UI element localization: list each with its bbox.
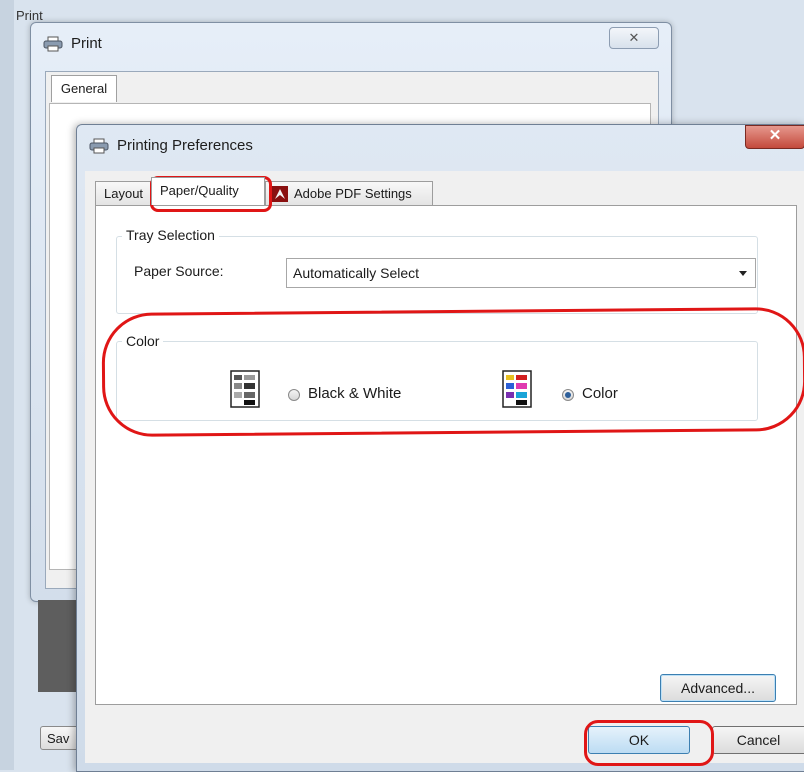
background-left-strip	[0, 0, 14, 770]
paper-source-label: Paper Source:	[134, 263, 224, 279]
tab-paper-quality[interactable]: Paper/Quality	[151, 177, 265, 205]
chevron-down-icon	[739, 271, 747, 276]
advanced-button[interactable]: Advanced...	[660, 674, 776, 702]
tray-selection-label: Tray Selection	[122, 227, 219, 243]
paper-source-select[interactable]: Automatically Select	[286, 258, 756, 288]
tab-general[interactable]: General	[51, 75, 117, 102]
cancel-button[interactable]: Cancel	[712, 726, 804, 754]
paper-source-value: Automatically Select	[293, 265, 420, 281]
adobe-pdf-icon	[272, 186, 288, 202]
tab-adobe-pdf-settings-label: Adobe PDF Settings	[294, 186, 412, 201]
print-window-title: Print	[71, 35, 102, 52]
close-button[interactable]: ✕	[745, 125, 804, 149]
printer-icon	[89, 138, 109, 157]
tab-layout[interactable]: Layout	[95, 181, 151, 205]
annotation-color-section	[101, 306, 804, 438]
tab-adobe-pdf-settings[interactable]: Adobe PDF Settings	[265, 181, 433, 205]
printer-icon	[43, 36, 63, 55]
background-partial-title: Print	[16, 8, 43, 23]
print-close-button[interactable]: ✕	[609, 27, 659, 49]
annotation-ok-button	[584, 720, 714, 766]
background-dark-area	[38, 600, 80, 692]
dialog-title: Printing Preferences	[117, 137, 253, 154]
